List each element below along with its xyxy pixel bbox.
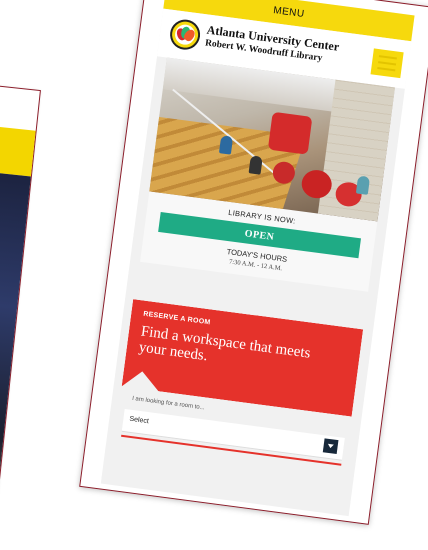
background-yellow-bar [0, 126, 36, 177]
chevron-down-icon[interactable] [322, 438, 339, 455]
organization-name[interactable]: Atlanta University Center Robert W. Wood… [204, 23, 340, 66]
menu-label: MENU [272, 4, 306, 20]
room-purpose-label: I am looking for a room to... [131, 395, 205, 412]
mobile-device-frame: MENU Atlanta University Center Robert W.… [79, 0, 428, 525]
open-status-text: OPEN [244, 227, 276, 243]
room-purpose-select[interactable]: Select [121, 408, 345, 461]
library-logo-icon[interactable] [168, 17, 202, 52]
select-value: Select [128, 415, 150, 426]
reserve-room-section: RESERVE A ROOM Find a workspace that mee… [104, 298, 373, 489]
background-device-screen [0, 70, 41, 530]
mobile-page: MENU Atlanta University Center Robert W.… [100, 0, 415, 517]
hamburger-menu-icon[interactable] [370, 48, 404, 79]
background-photo [0, 172, 31, 505]
